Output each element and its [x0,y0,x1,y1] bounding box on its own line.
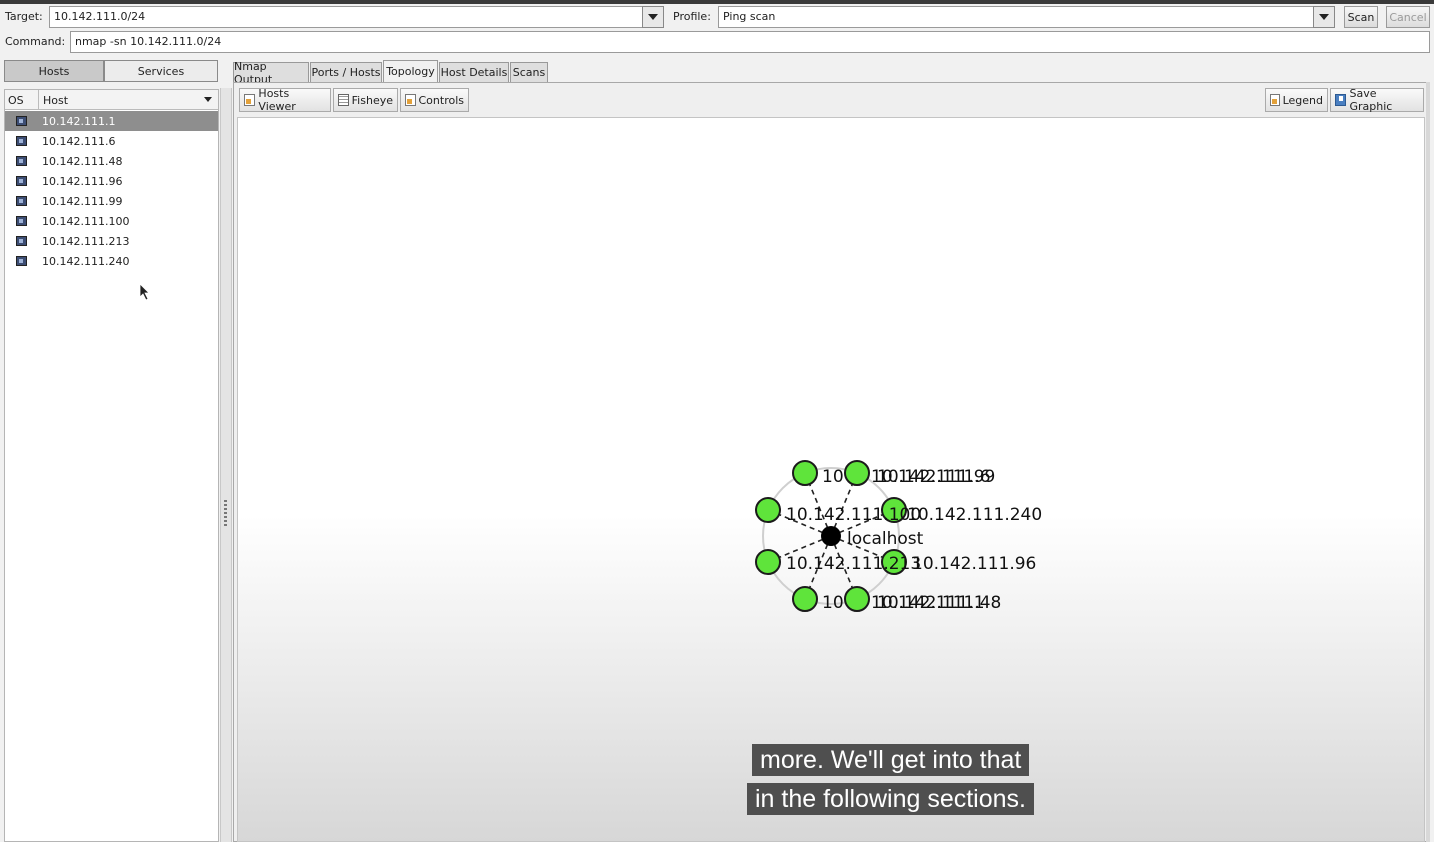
tab-host-details[interactable]: Host Details [439,62,509,82]
localhost-label: localhost [847,529,924,549]
host-node[interactable] [844,586,870,612]
fisheye-button[interactable]: Fisheye [333,88,398,112]
target-dropdown-button[interactable] [642,6,664,28]
os-column-header[interactable]: OS [5,90,39,110]
hosts-viewer-button[interactable]: Hosts Viewer [239,87,331,113]
legend-button[interactable]: Legend [1265,88,1328,112]
fisheye-label: Fisheye [351,93,393,107]
mouse-cursor-icon [139,283,150,301]
controls-icon [405,94,416,106]
host-node[interactable] [755,497,781,523]
linux-os-icon [16,236,27,246]
host-address: 10.142.111.96 [42,174,123,188]
linux-os-icon [16,156,27,166]
host-address: 10.142.111.99 [42,194,123,208]
host-row[interactable]: 10.142.111.96 [5,171,218,191]
hosts-viewer-label: Hosts Viewer [258,87,296,113]
profile-label: Profile: [673,10,711,23]
linux-os-icon [16,136,27,146]
node-label: 10.142.111.6 [877,467,991,487]
host-row[interactable]: 10.142.111.6 [5,131,218,151]
controls-label: Controls [418,93,465,107]
services-toggle-button[interactable]: Services [104,60,218,82]
splitter-grip-icon [224,500,227,526]
node-label: 10 [822,467,844,487]
cancel-button[interactable]: Cancel [1386,6,1430,28]
command-label: Command: [5,35,66,48]
legend-icon [1270,94,1280,106]
os-column-label: OS [8,94,24,107]
linux-os-icon [16,256,27,266]
topology-graph: localhost 10 10.142.111.99 10.142.111.6 … [755,460,1042,613]
host-address: 10.142.111.240 [42,254,130,268]
command-input[interactable]: nmap -sn 10.142.111.0/24 [70,31,1430,53]
scan-button[interactable]: Scan [1344,6,1378,28]
save-graphic-label: Save Graphic [1349,87,1393,113]
save-icon [1335,94,1347,106]
profile-dropdown-button[interactable] [1313,6,1335,28]
host-address: 10.142.111.100 [42,214,130,228]
host-row[interactable]: 10.142.111.99 [5,191,218,211]
tab-scans[interactable]: Scans [510,62,548,82]
linux-os-icon [16,116,27,126]
target-label: Target: [5,10,43,23]
hosts-toggle-button[interactable]: Hosts [4,60,104,82]
sort-arrow-icon [204,97,212,102]
host-column-label: Host [43,94,69,107]
linux-os-icon [16,216,27,226]
host-row[interactable]: 10.142.111.100 [5,211,218,231]
controls-button[interactable]: Controls [400,88,469,112]
host-column-header[interactable]: Host [39,90,218,110]
host-row[interactable]: 10.142.111.240 [5,251,218,271]
caption-line-1: more. We'll get into that [752,744,1030,776]
node-label: 10.142.111.48 [877,593,1001,613]
linux-os-icon [16,196,27,206]
host-address: 10.142.111.213 [42,234,130,248]
save-graphic-button[interactable]: Save Graphic [1330,87,1424,113]
host-address: 10.142.111.48 [42,154,123,168]
node-label: 10.142.111.213 [786,554,921,574]
tab-nmap-output[interactable]: Nmap Output [233,60,309,86]
target-input[interactable]: 10.142.111.0/24 [49,6,643,28]
right-edge-border [1426,82,1430,842]
window-top-border [0,0,1434,4]
caption-line-2: in the following sections. [747,783,1034,815]
node-label: 10.142.111.240 [907,505,1042,525]
hosts-viewer-icon [244,94,256,106]
host-address: 10.142.111.1 [42,114,116,128]
host-node[interactable] [792,460,818,486]
host-node[interactable] [755,549,781,575]
pane-splitter-handle[interactable] [220,88,232,842]
node-label: 10 [822,593,844,613]
host-row[interactable]: 10.142.111.48 [5,151,218,171]
host-node[interactable] [792,586,818,612]
tab-ports-hosts[interactable]: Ports / Hosts [310,62,382,82]
node-label: 10.142.111.96 [912,554,1036,574]
fisheye-icon [338,94,349,106]
host-row[interactable]: 10.142.111.213 [5,231,218,251]
host-address: 10.142.111.6 [42,134,116,148]
node-label: 10.142.111.100 [786,505,921,525]
host-node[interactable] [844,460,870,486]
linux-os-icon [16,176,27,186]
host-row-selected[interactable]: 10.142.111.1 [5,111,218,131]
legend-label: Legend [1282,93,1323,107]
localhost-node[interactable] [821,526,841,546]
profile-combo[interactable]: Ping scan [718,6,1314,28]
tab-topology[interactable]: Topology [383,60,438,82]
